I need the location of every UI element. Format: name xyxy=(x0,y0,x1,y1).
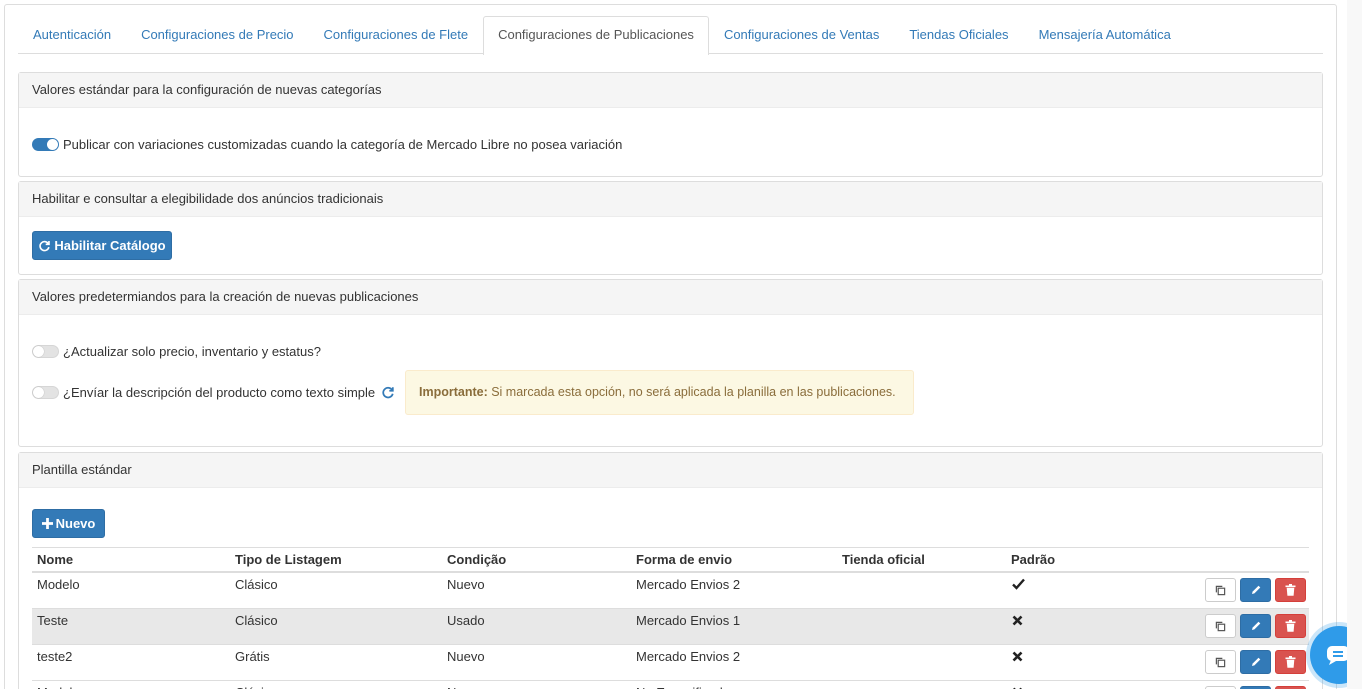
categories-panel-title: Valores estándar para la configuración d… xyxy=(19,73,1322,108)
table-row: teste2 Grátis Nuevo Mercado Envios 2 xyxy=(32,645,1309,681)
copy-icon xyxy=(1215,621,1226,631)
pencil-icon xyxy=(1251,585,1260,594)
template-panel: Plantilla estándar Nuevo Nome Tipo de Li… xyxy=(18,452,1323,689)
catalog-panel: Habilitar e consultar a elegibilidade do… xyxy=(18,181,1323,275)
pencil-icon xyxy=(1251,621,1260,630)
trash-icon xyxy=(1285,584,1296,596)
copy-button[interactable] xyxy=(1205,650,1236,674)
publications-panel: Valores predetermiandos para la creación… xyxy=(18,279,1323,447)
table-header: Nome Tipo de Listagem Condição Forma de … xyxy=(32,547,1309,573)
cell-nome: Modelo xyxy=(37,681,80,689)
copy-icon xyxy=(1215,657,1226,667)
table-row: Modelo Clásico Nuevo Mercado Envios 2 xyxy=(32,573,1309,609)
alert-strong: Importante: xyxy=(419,385,488,399)
edit-button[interactable] xyxy=(1240,578,1271,602)
cell-condicao: Nuevo xyxy=(447,649,485,664)
tab-autenticacion[interactable]: Autenticación xyxy=(18,16,126,54)
enable-catalog-button[interactable]: Habilitar Catálogo xyxy=(32,231,172,260)
copy-icon xyxy=(1215,585,1226,595)
cell-envio: Mercado Envios 2 xyxy=(636,649,741,664)
update-only-price-toggle[interactable] xyxy=(32,345,59,358)
refresh-icon[interactable] xyxy=(381,385,395,399)
row-actions xyxy=(1205,578,1306,602)
cell-envio: Mercado Envios 2 xyxy=(636,577,741,592)
copy-button[interactable] xyxy=(1205,614,1236,638)
cell-condicao: Nuevo xyxy=(447,681,485,689)
cell-condicao: Nuevo xyxy=(447,577,485,592)
categories-panel: Valores estándar para la configuración d… xyxy=(18,72,1323,177)
tab-mensajeria[interactable]: Mensajería Automática xyxy=(1024,16,1186,54)
edit-button[interactable] xyxy=(1240,650,1271,674)
cell-nome: Teste xyxy=(37,613,69,628)
edit-button[interactable] xyxy=(1240,614,1271,638)
custom-variations-label: Publicar con variaciones customizadas cu… xyxy=(63,137,623,152)
settings-tabs: Autenticación Configuraciones de Precio … xyxy=(18,16,1323,55)
row-actions xyxy=(1205,650,1306,674)
cell-tipo: Clásico xyxy=(235,613,278,628)
catalog-panel-title: Habilitar e consultar a elegibilidade do… xyxy=(19,182,1322,217)
cell-nome: teste2 xyxy=(37,649,73,664)
cell-tipo: Grátis xyxy=(235,649,270,664)
tab-publicaciones[interactable]: Configuraciones de Publicaciones xyxy=(483,16,709,55)
column-header: Padrão xyxy=(1011,552,1056,567)
cell-tipo: Clásico xyxy=(235,577,278,592)
template-table: Nome Tipo de Listagem Condição Forma de … xyxy=(32,547,1309,689)
cross-icon xyxy=(1012,614,1023,629)
alert-text: Si marcada esta opción, no será aplicada… xyxy=(487,385,896,399)
scrollbar[interactable] xyxy=(1347,0,1362,689)
cell-envio: No Especificado xyxy=(636,681,730,689)
refresh-icon xyxy=(39,240,51,252)
delete-button[interactable] xyxy=(1275,650,1306,674)
tab-tiendas-oficiales[interactable]: Tiendas Oficiales xyxy=(894,16,1023,54)
row-actions xyxy=(1205,614,1306,638)
cross-icon xyxy=(1012,650,1023,665)
template-panel-title: Plantilla estándar xyxy=(19,453,1322,488)
check-icon xyxy=(1012,578,1025,593)
cell-nome: Modelo xyxy=(37,577,80,592)
table-row: Teste Clásico Usado Mercado Envios 1 xyxy=(32,609,1309,645)
delete-button[interactable] xyxy=(1275,614,1306,638)
tab-flete[interactable]: Configuraciones de Flete xyxy=(309,16,484,54)
plain-text-description-toggle[interactable] xyxy=(32,386,59,399)
update-only-price-label: ¿Actualizar solo precio, inventario y es… xyxy=(63,344,321,359)
tab-precio[interactable]: Configuraciones de Precio xyxy=(126,16,308,54)
custom-variations-toggle[interactable] xyxy=(32,138,59,151)
new-template-label: Nuevo xyxy=(55,516,96,531)
pencil-icon xyxy=(1251,657,1260,666)
publications-panel-title: Valores predetermiandos para la creación… xyxy=(19,280,1322,315)
column-header: Nome xyxy=(37,552,74,567)
column-header: Condição xyxy=(447,552,507,567)
important-alert: Importante: Si marcada esta opción, no s… xyxy=(405,370,914,415)
copy-button[interactable] xyxy=(1205,578,1236,602)
trash-icon xyxy=(1285,620,1296,632)
trash-icon xyxy=(1285,656,1296,668)
column-header: Tipo de Listagem xyxy=(235,552,342,567)
column-header: Tienda oficial xyxy=(842,552,925,567)
new-template-button[interactable]: Nuevo xyxy=(32,509,105,538)
cell-tipo: Clásico xyxy=(235,681,278,689)
tab-ventas[interactable]: Configuraciones de Ventas xyxy=(709,16,894,54)
table-row: Modelo Clásico Nuevo No Especificado xyxy=(32,681,1309,689)
column-header: Forma de envio xyxy=(636,552,733,567)
cell-envio: Mercado Envios 1 xyxy=(636,613,741,628)
cell-condicao: Usado xyxy=(447,613,485,628)
plus-icon xyxy=(41,518,53,529)
delete-button[interactable] xyxy=(1275,578,1306,602)
enable-catalog-label: Habilitar Catálogo xyxy=(54,238,166,253)
plain-text-description-label: ¿Envíar la descripción del producto como… xyxy=(63,385,376,400)
